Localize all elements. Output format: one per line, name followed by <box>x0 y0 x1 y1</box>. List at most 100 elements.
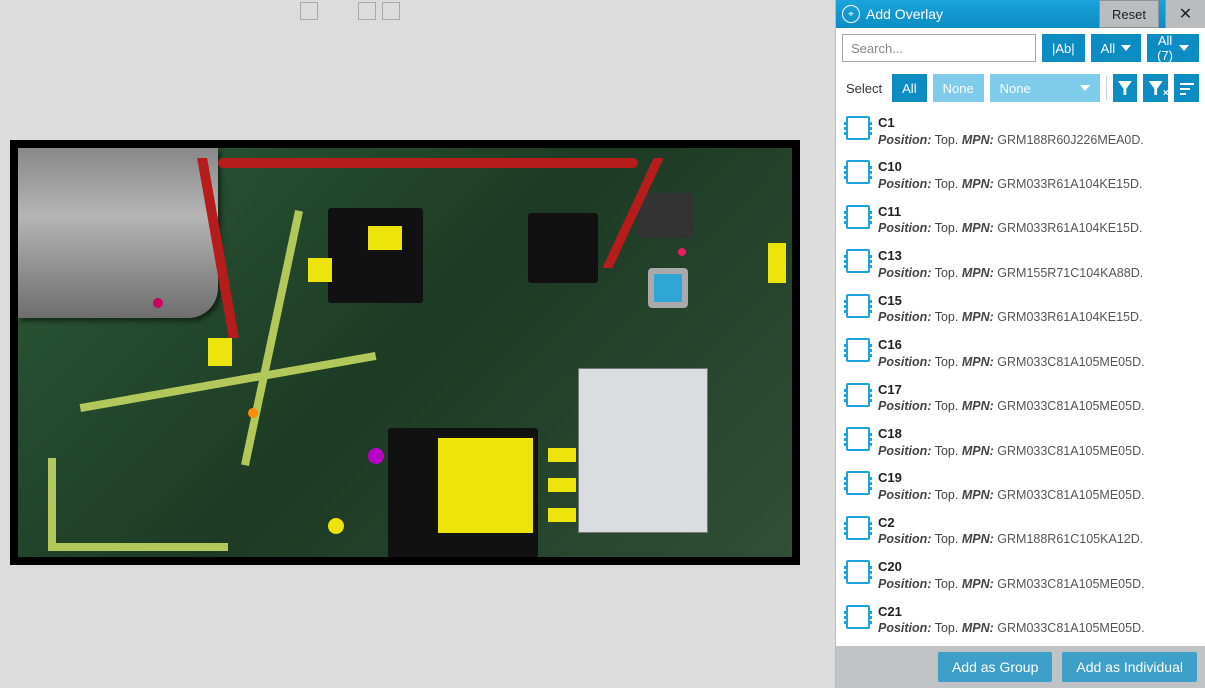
viewer-pane[interactable] <box>0 0 835 688</box>
add-as-individual-button[interactable]: Add as Individual <box>1062 652 1197 682</box>
select-filter-label: None <box>1000 81 1031 96</box>
overlay-trace <box>218 158 638 168</box>
tool-icon[interactable] <box>382 2 400 20</box>
tactile-switch <box>648 268 688 308</box>
list-item[interactable]: C16Position: Top. MPN: GRM033C81A105ME05… <box>836 330 1205 374</box>
match-case-toggle[interactable]: |Ab| <box>1042 34 1085 62</box>
component-ref: C1 <box>878 114 1195 132</box>
filter-row-1: |Ab| All All (7) <box>836 28 1205 68</box>
component-icon <box>846 383 870 407</box>
add-overlay-panel: ⌖ Add Overlay Reset ✕ |Ab| All All (7) S… <box>835 0 1205 688</box>
component-meta: Position: Top. MPN: GRM033C81A105ME05D. <box>878 398 1195 415</box>
component-icon <box>846 427 870 451</box>
list-item-text: C21Position: Top. MPN: GRM033C81A105ME05… <box>878 603 1195 637</box>
list-item-text: C13Position: Top. MPN: GRM155R71C104KA88… <box>878 247 1195 281</box>
list-item[interactable]: C11Position: Top. MPN: GRM033R61A104KE15… <box>836 197 1205 241</box>
list-item-text: C10Position: Top. MPN: GRM033R61A104KE15… <box>878 158 1195 192</box>
component-meta: Position: Top. MPN: GRM033C81A105ME05D. <box>878 576 1195 593</box>
viewer-toolbar <box>300 2 400 20</box>
close-button[interactable]: ✕ <box>1165 0 1205 28</box>
list-item[interactable]: C2Position: Top. MPN: GRM188R61C105KA12D… <box>836 508 1205 552</box>
list-item[interactable]: C1Position: Top. MPN: GRM188R60J226MEA0D… <box>836 108 1205 152</box>
component-ref: C11 <box>878 203 1195 221</box>
filter-button[interactable] <box>1113 74 1138 102</box>
type-filter-dropdown[interactable]: All <box>1091 34 1141 62</box>
select-label: Select <box>842 81 886 96</box>
component-list[interactable]: C1Position: Top. MPN: GRM188R60J226MEA0D… <box>836 108 1205 646</box>
component-icon <box>846 116 870 140</box>
list-item[interactable]: C13Position: Top. MPN: GRM155R71C104KA88… <box>836 241 1205 285</box>
list-item-text: C17Position: Top. MPN: GRM033C81A105ME05… <box>878 381 1195 415</box>
app-root: ⌖ Add Overlay Reset ✕ |Ab| All All (7) S… <box>0 0 1205 688</box>
list-item-text: C11Position: Top. MPN: GRM033R61A104KE15… <box>878 203 1195 237</box>
list-item[interactable]: C10Position: Top. MPN: GRM033R61A104KE15… <box>836 152 1205 196</box>
component-meta: Position: Top. MPN: GRM155R71C104KA88D. <box>878 265 1195 282</box>
tool-icon[interactable] <box>300 2 318 20</box>
ic-chip <box>528 213 598 283</box>
component-meta: Position: Top. MPN: GRM033C81A105ME05D. <box>878 620 1195 637</box>
component-meta: Position: Top. MPN: GRM033R61A104KE15D. <box>878 309 1195 326</box>
component-icon <box>846 560 870 584</box>
list-item-text: C1Position: Top. MPN: GRM188R60J226MEA0D… <box>878 114 1195 148</box>
search-input[interactable] <box>842 34 1036 62</box>
overlay-pad <box>308 258 332 282</box>
layer-filter-label: All (7) <box>1157 33 1173 63</box>
list-item-text: C20Position: Top. MPN: GRM033C81A105ME05… <box>878 558 1195 592</box>
select-none-button[interactable]: None <box>933 74 984 102</box>
component-ref: C15 <box>878 292 1195 310</box>
list-item[interactable]: C19Position: Top. MPN: GRM033C81A105ME05… <box>836 463 1205 507</box>
component-icon <box>846 249 870 273</box>
list-item-text: C18Position: Top. MPN: GRM033C81A105ME05… <box>878 425 1195 459</box>
ic-chip <box>328 208 423 303</box>
overlay-pad <box>548 448 576 462</box>
component-meta: Position: Top. MPN: GRM188R60J226MEA0D. <box>878 132 1195 149</box>
component-icon <box>846 605 870 629</box>
tactile-switch <box>638 193 693 238</box>
overlay-via <box>368 448 384 464</box>
component-icon <box>846 294 870 318</box>
sort-button[interactable] <box>1174 74 1199 102</box>
component-meta: Position: Top. MPN: GRM188R61C105KA12D. <box>878 531 1195 548</box>
add-as-group-button[interactable]: Add as Group <box>938 652 1052 682</box>
component-meta: Position: Top. MPN: GRM033C81A105ME05D. <box>878 354 1195 371</box>
list-item[interactable]: C17Position: Top. MPN: GRM033C81A105ME05… <box>836 375 1205 419</box>
overlay-pad <box>548 508 576 522</box>
layer-filter-dropdown[interactable]: All (7) <box>1147 34 1199 62</box>
component-icon <box>846 516 870 540</box>
list-item-text: C15Position: Top. MPN: GRM033R61A104KE15… <box>878 292 1195 326</box>
component-icon <box>846 160 870 184</box>
pcb-overlay-view[interactable] <box>10 140 800 565</box>
component-ref: C17 <box>878 381 1195 399</box>
sort-icon <box>1180 81 1194 95</box>
overlay-pad <box>548 478 576 492</box>
component-meta: Position: Top. MPN: GRM033R61A104KE15D. <box>878 176 1195 193</box>
list-item-text: C19Position: Top. MPN: GRM033C81A105ME05… <box>878 469 1195 503</box>
type-filter-label: All <box>1101 41 1115 56</box>
select-filter-dropdown[interactable]: None <box>990 74 1100 102</box>
overlay-trace <box>48 543 228 551</box>
component-meta: Position: Top. MPN: GRM033C81A105ME05D. <box>878 487 1195 504</box>
overlay-trace <box>48 458 56 548</box>
chevron-down-icon <box>1121 45 1131 51</box>
list-item[interactable]: C18Position: Top. MPN: GRM033C81A105ME05… <box>836 419 1205 463</box>
component-ref: C10 <box>878 158 1195 176</box>
filter-row-2: Select All None None <box>836 68 1205 108</box>
tool-icon[interactable] <box>358 2 376 20</box>
chevron-down-icon <box>1179 45 1189 51</box>
usb-c-connector <box>18 148 218 318</box>
rf-module <box>578 368 708 533</box>
list-item[interactable]: C15Position: Top. MPN: GRM033R61A104KE15… <box>836 286 1205 330</box>
list-item[interactable]: C20Position: Top. MPN: GRM033C81A105ME05… <box>836 552 1205 596</box>
list-item[interactable]: C21Position: Top. MPN: GRM033C81A105ME05… <box>836 597 1205 641</box>
tool-cluster <box>358 2 400 20</box>
component-ref: C2 <box>878 514 1195 532</box>
panel-title: Add Overlay <box>866 6 1093 22</box>
funnel-icon <box>1118 81 1132 95</box>
overlay-via <box>153 298 163 308</box>
select-all-button[interactable]: All <box>892 74 926 102</box>
clear-filter-button[interactable] <box>1143 74 1168 102</box>
overlay-highlight <box>438 438 533 533</box>
component-ref: C16 <box>878 336 1195 354</box>
component-icon <box>846 338 870 362</box>
reset-button[interactable]: Reset <box>1099 0 1159 28</box>
